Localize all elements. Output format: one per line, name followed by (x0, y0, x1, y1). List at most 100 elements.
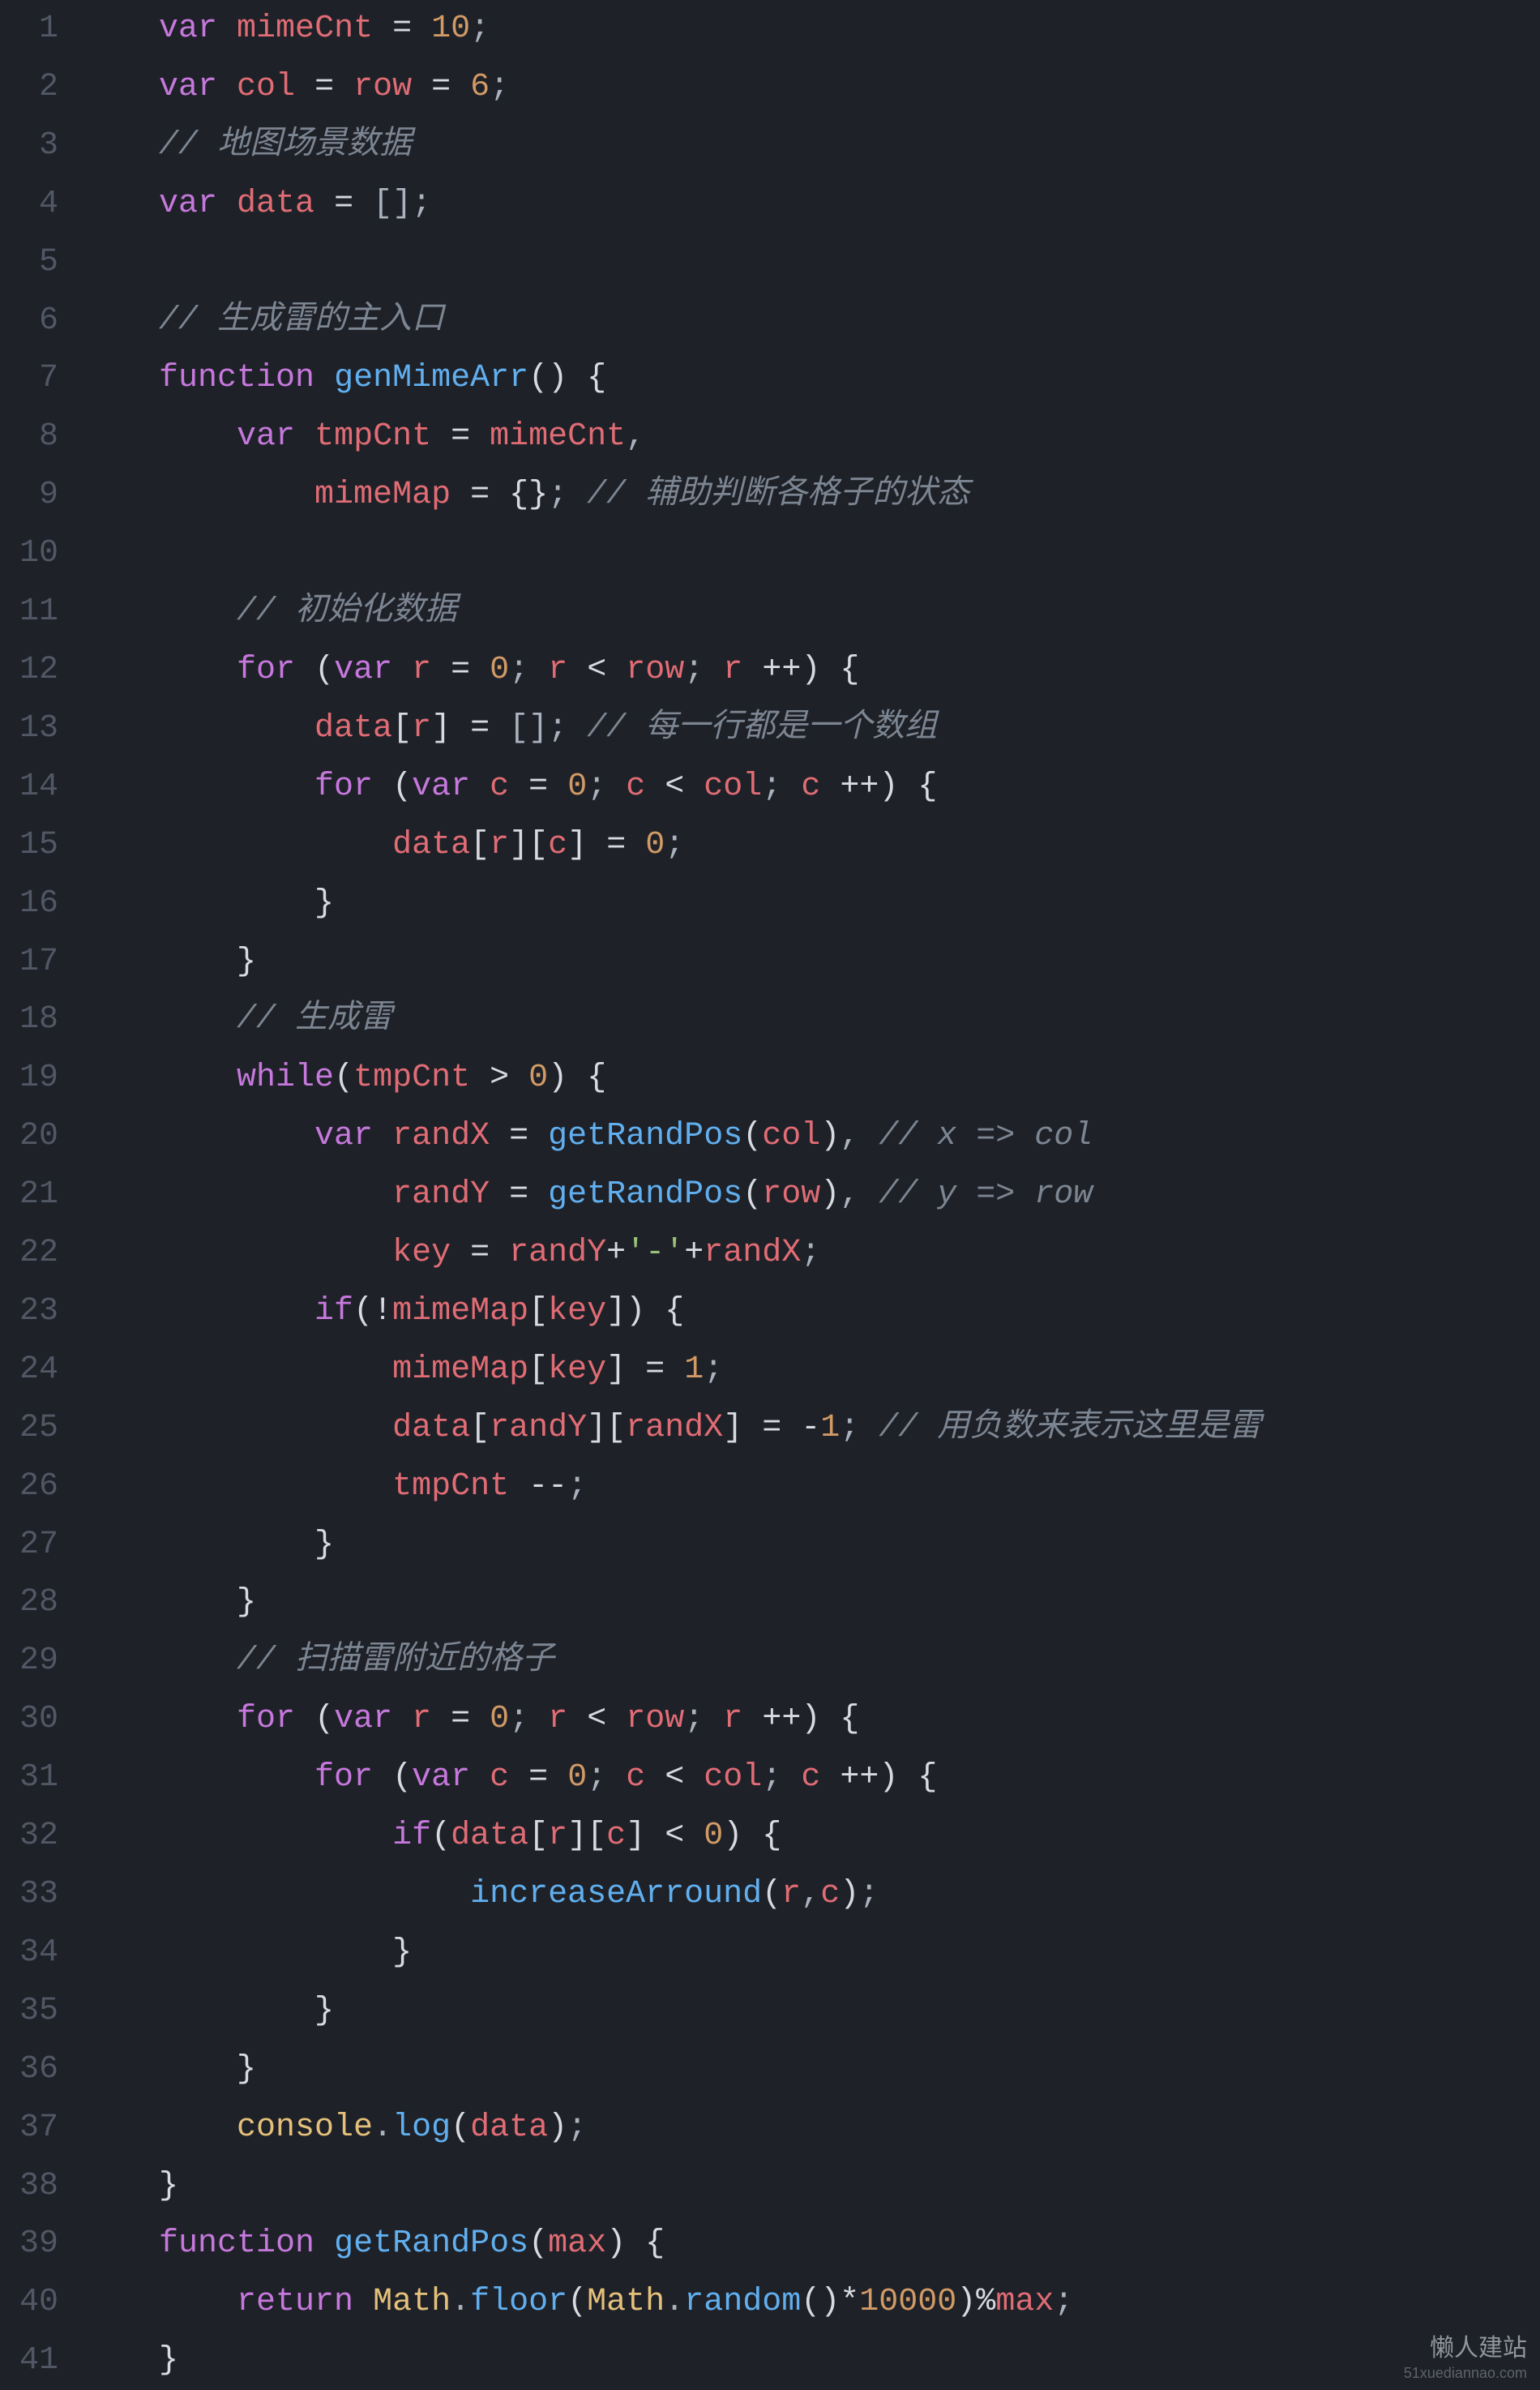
token-pn (820, 1701, 840, 1737)
token-light: -- (528, 1468, 567, 1505)
code-line: var data = []; (81, 175, 1540, 233)
token-id: r (723, 652, 742, 688)
token-light: = (606, 827, 626, 863)
token-id: randY (392, 1176, 490, 1213)
token-light: + (684, 1235, 704, 1271)
line-number: 21 (0, 1166, 58, 1224)
token-pn (159, 1060, 237, 1096)
token-light: = (762, 1410, 781, 1446)
code-line: data[r][c] = 0; (81, 816, 1540, 875)
token-pn (509, 1468, 528, 1505)
watermark-line1: 懒人建站 (1404, 2328, 1527, 2363)
code-line: for (var c = 0; c < col; c ++) { (81, 1749, 1540, 1807)
token-pn: ; (587, 1759, 626, 1796)
code-line: data[r] = []; // 每一行都是一个数组 (81, 700, 1540, 758)
token-pn: ; (704, 1351, 723, 1388)
token-light: % (976, 2284, 995, 2320)
token-id: c (490, 769, 509, 805)
token-id: mimeCnt (490, 418, 626, 455)
token-pn (159, 1584, 237, 1621)
token-pn (295, 652, 314, 688)
token-light: ) (879, 769, 898, 805)
token-pn (509, 1060, 528, 1096)
token-id: r (412, 710, 431, 747)
token-pn (159, 2051, 237, 2088)
token-id: r (412, 652, 431, 688)
line-number: 3 (0, 117, 58, 175)
token-light: = (314, 69, 334, 105)
token-light: { (762, 1818, 781, 1854)
token-light: = (528, 1759, 548, 1796)
token-pn: ; (1054, 2284, 1073, 2320)
token-light: [ (470, 827, 490, 863)
token-pn (295, 418, 314, 455)
token-id: r (548, 1818, 567, 1854)
token-light: {} (509, 477, 548, 513)
token-fn: increaseArround (470, 1876, 762, 1912)
token-id: randY (509, 1235, 606, 1271)
line-number: 28 (0, 1574, 58, 1632)
code-line: function getRandPos(max) { (81, 2215, 1540, 2273)
token-light: ] (567, 827, 587, 863)
token-fn: log (392, 2109, 451, 2146)
token-pn: ; (762, 769, 801, 805)
token-light: ] (606, 1351, 626, 1388)
token-light: { (840, 652, 859, 688)
token-light: { (587, 360, 606, 396)
token-num: 10000 (859, 2284, 956, 2320)
code-line: for (var r = 0; r < row; r ++) { (81, 1690, 1540, 1749)
token-pn (159, 1818, 392, 1854)
line-number: 38 (0, 2157, 58, 2216)
token-pn: , (626, 418, 645, 455)
token-id: r (548, 652, 567, 688)
token-fn: floor (470, 2284, 567, 2320)
token-light: [ (528, 1293, 548, 1330)
token-pn (626, 2225, 645, 2262)
code-line: // 初始化数据 (81, 583, 1540, 641)
token-kw: function (159, 360, 314, 396)
token-num: 10 (431, 11, 470, 47)
token-light: = (645, 1351, 665, 1388)
line-number: 18 (0, 991, 58, 1049)
token-kw: var (237, 418, 295, 455)
token-pn (159, 1643, 237, 1679)
code-line: data[randY][randX] = -1; // 用负数来表示这里是雷 (81, 1399, 1540, 1458)
token-id: r (548, 1701, 567, 1737)
token-light: = (451, 652, 470, 688)
line-number: 17 (0, 933, 58, 992)
token-kw: var (334, 652, 392, 688)
token-num: 1 (684, 1351, 704, 1388)
token-light: () (801, 2284, 840, 2320)
token-pn (490, 1176, 509, 1213)
token-light: ) (801, 1701, 820, 1737)
token-light: = (509, 1176, 528, 1213)
token-light: ) (723, 1818, 742, 1854)
token-light: ( (431, 1818, 451, 1854)
token-pn (159, 418, 237, 455)
token-light: [ (606, 1410, 626, 1446)
token-light: [ (528, 1818, 548, 1854)
token-light: < (587, 1701, 606, 1737)
token-pn (373, 1759, 392, 1796)
token-pn: , (840, 1118, 879, 1154)
code-line: var tmpCnt = mimeCnt, (81, 408, 1540, 466)
line-number: 9 (0, 466, 58, 525)
token-kw: var (314, 1118, 373, 1154)
token-pn (295, 69, 314, 105)
token-pn: ; (801, 1235, 820, 1271)
token-light: = (470, 710, 490, 747)
line-number: 36 (0, 2041, 58, 2099)
token-pn: []; (490, 710, 587, 747)
token-light: < (587, 652, 606, 688)
token-pn (509, 1759, 528, 1796)
token-pn (217, 186, 237, 222)
token-light: ! (373, 1293, 392, 1330)
line-number: 1 (0, 0, 58, 58)
token-kw: var (412, 769, 470, 805)
token-light: ( (314, 1701, 334, 1737)
token-pn (314, 360, 334, 396)
token-id: row (762, 1176, 820, 1213)
token-light: ) (820, 1176, 840, 1213)
token-id: c (626, 769, 645, 805)
code-line: console.log(data); (81, 2099, 1540, 2157)
